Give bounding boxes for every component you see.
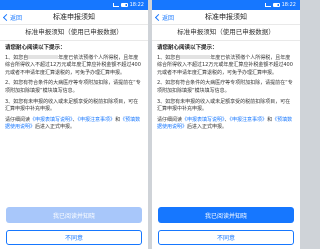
battery-icon [120,3,128,7]
back-button[interactable]: 返回 [154,10,175,24]
status-right: 18:22 [112,0,144,10]
acknowledge-button-disabled[interactable]: 我已阅读并知晓 [6,207,142,223]
notice-item-4-text-a: 请仔细阅读 [5,116,31,123]
notice-item-1-text-a: 1、如您自 [157,54,181,61]
phone-screen-right: 18:22 返回 标准申报须知 标准申报须知（使用已申报数据） 请您耐心阅读以下… [152,0,300,249]
link-filing-notes[interactable]: 《申报注意事项》 [230,117,268,123]
disagree-button[interactable]: 不同意 [6,230,142,245]
acknowledge-button[interactable]: 我已阅读并知晓 [158,207,294,223]
nav-bar: 返回 标准申报须知 [0,10,148,25]
notice-item-2: 2、如您有符合条件的大病医疗等专项附加扣除，请提前在“专项附加扣除填报”模块填写… [5,80,141,94]
notice-lead: 请您耐心阅读以下提示： [157,45,218,51]
page-title: 标准申报须知 [53,13,95,21]
notice-subtitle: 标准申报须知（使用已申报数据） [0,25,148,41]
notice-item-3: 3、如您有未申报的收入或未足额享受的税前扣除项目，可在汇算申报中补充申报。 [157,98,291,113]
chevron-left-icon [154,13,163,21]
clock: 18:22 [129,2,144,8]
notice-item-2: 2、如您有符合条件的大病医疗等专项附加扣除，请提前在“专项附加扣除填报”模块填写… [157,80,293,94]
masked-text [180,55,211,60]
notice-subtitle: 标准申报须知（使用已申报数据） [152,25,300,41]
notice-item-4-text-b: 后进入正式申报。 [187,124,228,131]
notice-content: 请您耐心阅读以下提示： 1、如您自 年度已依法预缴个人所得税，且年度综合所得收入不… [152,41,300,132]
nav-bar: 返回 标准申报须知 [152,10,300,25]
back-label: 返回 [162,14,175,22]
phone-screen-left: 18:22 返回 标准申报须知 标准申报须知（使用已申报数据） 请您耐心阅读以下… [0,0,148,249]
back-label: 返回 [10,14,23,22]
signal-icon [112,3,119,7]
link-form-instructions[interactable]: 《申报表填写说明》 [182,117,225,123]
notice-item-4: 请仔细阅读《申报表填写说明》、《申报注意事项》和《预填数据使用说明》后进入正式申… [157,117,295,132]
link-filing-notes[interactable]: 《申报注意事项》 [78,117,116,123]
disagree-button[interactable]: 不同意 [158,230,294,245]
back-button[interactable]: 返回 [2,10,23,24]
notice-item-1: 1、如您自 年度已依法预缴个人所得税，且年度综合所得收入不超过12万元或年度汇算应… [157,55,295,78]
notice-item-4-text-b: 后进入正式申报。 [35,124,76,131]
masked-text [28,55,59,60]
chevron-left-icon [2,13,11,21]
notice-item-3: 3、如您有未申报的收入或未足额享受的税前扣除项目，可在汇算申报中补充申报。 [5,98,139,113]
notice-item-1: 1、如您自 年度已依法预缴个人所得税，且年度综合所得收入不超过12万元或年度汇算应… [5,55,143,78]
notice-item-1-text-a: 1、如您自 [5,54,29,61]
notice-item-4-text-a: 请仔细阅读 [157,116,183,123]
status-bar: 18:22 [152,0,300,10]
battery-icon [272,3,280,7]
notice-content: 请您耐心阅读以下提示： 1、如您自 年度已依法预缴个人所得税，且年度综合所得收入不… [0,41,148,132]
clock: 18:22 [281,2,296,8]
status-right: 18:22 [264,0,296,10]
link-form-instructions[interactable]: 《申报表填写说明》 [30,117,73,123]
signal-icon [264,3,271,7]
notice-item-4: 请仔细阅读《申报表填写说明》、《申报注意事项》和《预填数据使用说明》后进入正式申… [5,117,143,132]
page-title: 标准申报须知 [205,13,247,21]
notice-lead: 请您耐心阅读以下提示： [5,45,66,51]
status-bar: 18:22 [0,0,148,10]
